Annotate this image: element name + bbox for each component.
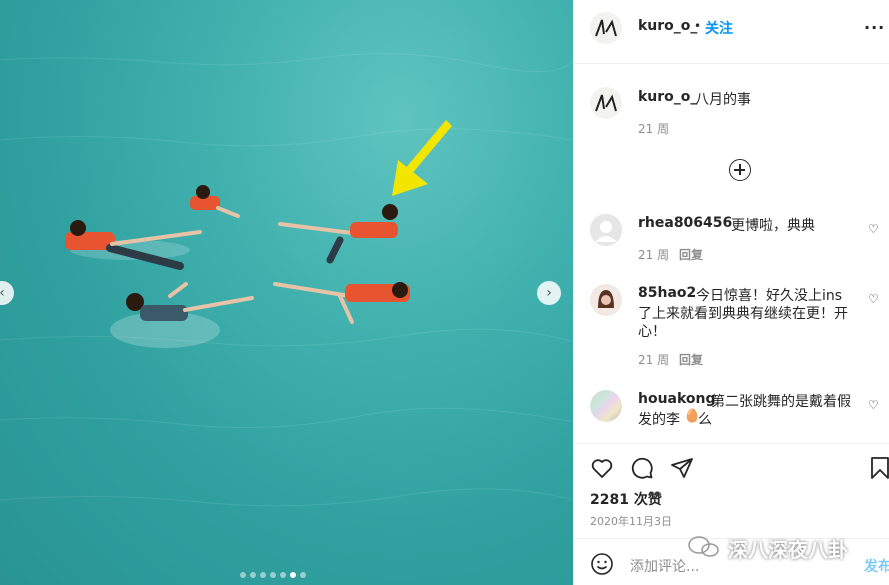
avatar-image bbox=[590, 87, 622, 119]
likes-count[interactable]: 2281 次赞 bbox=[590, 489, 662, 509]
reply-button[interactable]: 回复 bbox=[679, 246, 703, 263]
comment-text: 更博啦，典典 bbox=[731, 218, 815, 234]
comment-text-tail: 么 bbox=[698, 412, 712, 428]
comment-text: 第二张跳舞的是戴着假 bbox=[711, 394, 851, 410]
photo-scene bbox=[0, 53, 573, 507]
emoji-smiley-icon[interactable] bbox=[590, 552, 614, 576]
carousel-dot bbox=[270, 572, 276, 578]
carousel-indicator bbox=[240, 572, 306, 578]
avatar-image bbox=[590, 12, 622, 44]
post-side-panel: kuro_o_ • 关注 ... kuro_o_ 八月的事 21 周 rhea8… bbox=[573, 0, 889, 585]
post-date[interactable]: 2020年11月3日 bbox=[590, 513, 672, 529]
carousel-dot bbox=[300, 572, 306, 578]
yellow-arrow-annotation bbox=[392, 120, 452, 196]
swimmer-top bbox=[190, 185, 240, 218]
swimmer-right bbox=[278, 204, 398, 264]
carousel-dot bbox=[260, 572, 266, 578]
comment-time[interactable]: 21 周 bbox=[638, 351, 669, 368]
commenter-avatar[interactable] bbox=[590, 284, 622, 316]
swimmer-bottom bbox=[110, 282, 254, 348]
comment-time[interactable]: 21 周 bbox=[638, 246, 669, 263]
comment-like-heart-icon[interactable]: ♡ bbox=[868, 222, 879, 236]
like-heart-icon[interactable] bbox=[590, 456, 614, 480]
comment-text: 今日惊喜！好久没上ins bbox=[696, 288, 843, 304]
carousel-dot bbox=[280, 572, 286, 578]
swimmer-middle bbox=[273, 282, 410, 324]
comment-username[interactable]: 85hao2 bbox=[638, 285, 696, 301]
avatar-image bbox=[590, 284, 622, 316]
divider bbox=[574, 443, 889, 444]
comment-like-heart-icon[interactable]: ♡ bbox=[868, 292, 879, 306]
post-header: kuro_o_ • 关注 ... bbox=[574, 0, 889, 64]
commenter-avatar[interactable] bbox=[590, 390, 622, 422]
post-photo: ‹ › bbox=[0, 0, 573, 585]
load-more-comments-icon[interactable] bbox=[729, 159, 751, 181]
reply-button[interactable]: 回复 bbox=[679, 351, 703, 368]
avatar[interactable] bbox=[590, 12, 622, 44]
comment-username[interactable]: houakong bbox=[638, 391, 716, 407]
author-username[interactable]: kuro_o_ bbox=[638, 18, 697, 34]
default-user-icon bbox=[590, 214, 622, 246]
carousel-dot-active bbox=[290, 572, 296, 578]
share-plane-icon[interactable] bbox=[670, 456, 694, 480]
comment-bubble-icon[interactable] bbox=[630, 456, 654, 480]
watermark-text: 深八深夜八卦 bbox=[728, 538, 848, 562]
comment-username[interactable]: rhea806456 bbox=[638, 215, 732, 231]
caption-time[interactable]: 21 周 bbox=[638, 120, 669, 137]
caption-text: 八月的事 bbox=[695, 92, 751, 108]
wechat-logo-svg bbox=[688, 536, 719, 557]
instagram-post-view: ‹ › kuro_o_ • 关注 ... bbox=[0, 0, 889, 585]
comment-like-heart-icon[interactable]: ♡ bbox=[868, 398, 879, 412]
save-bookmark-icon[interactable] bbox=[870, 456, 889, 480]
comment-text-line: 发的李 bbox=[638, 412, 680, 428]
caption-username[interactable]: kuro_o_ bbox=[638, 89, 697, 105]
more-options-button[interactable]: ... bbox=[864, 14, 885, 33]
comment-text-line: 心！ bbox=[638, 324, 666, 340]
follow-button[interactable]: 关注 bbox=[705, 18, 733, 38]
commenter-avatar[interactable] bbox=[590, 214, 622, 246]
next-photo-button[interactable]: › bbox=[537, 281, 561, 305]
caption-avatar[interactable] bbox=[590, 87, 622, 119]
carousel-dot bbox=[250, 572, 256, 578]
wechat-logo-icon bbox=[686, 535, 722, 559]
post-comment-button[interactable]: 发布 bbox=[864, 556, 889, 576]
header-dot: • bbox=[694, 19, 702, 33]
swimmer-left bbox=[65, 220, 202, 270]
comment-text-line: 了上来就看到典典有继续在更！开 bbox=[638, 306, 848, 322]
carousel-dot bbox=[240, 572, 246, 578]
avatar-image bbox=[590, 390, 622, 422]
